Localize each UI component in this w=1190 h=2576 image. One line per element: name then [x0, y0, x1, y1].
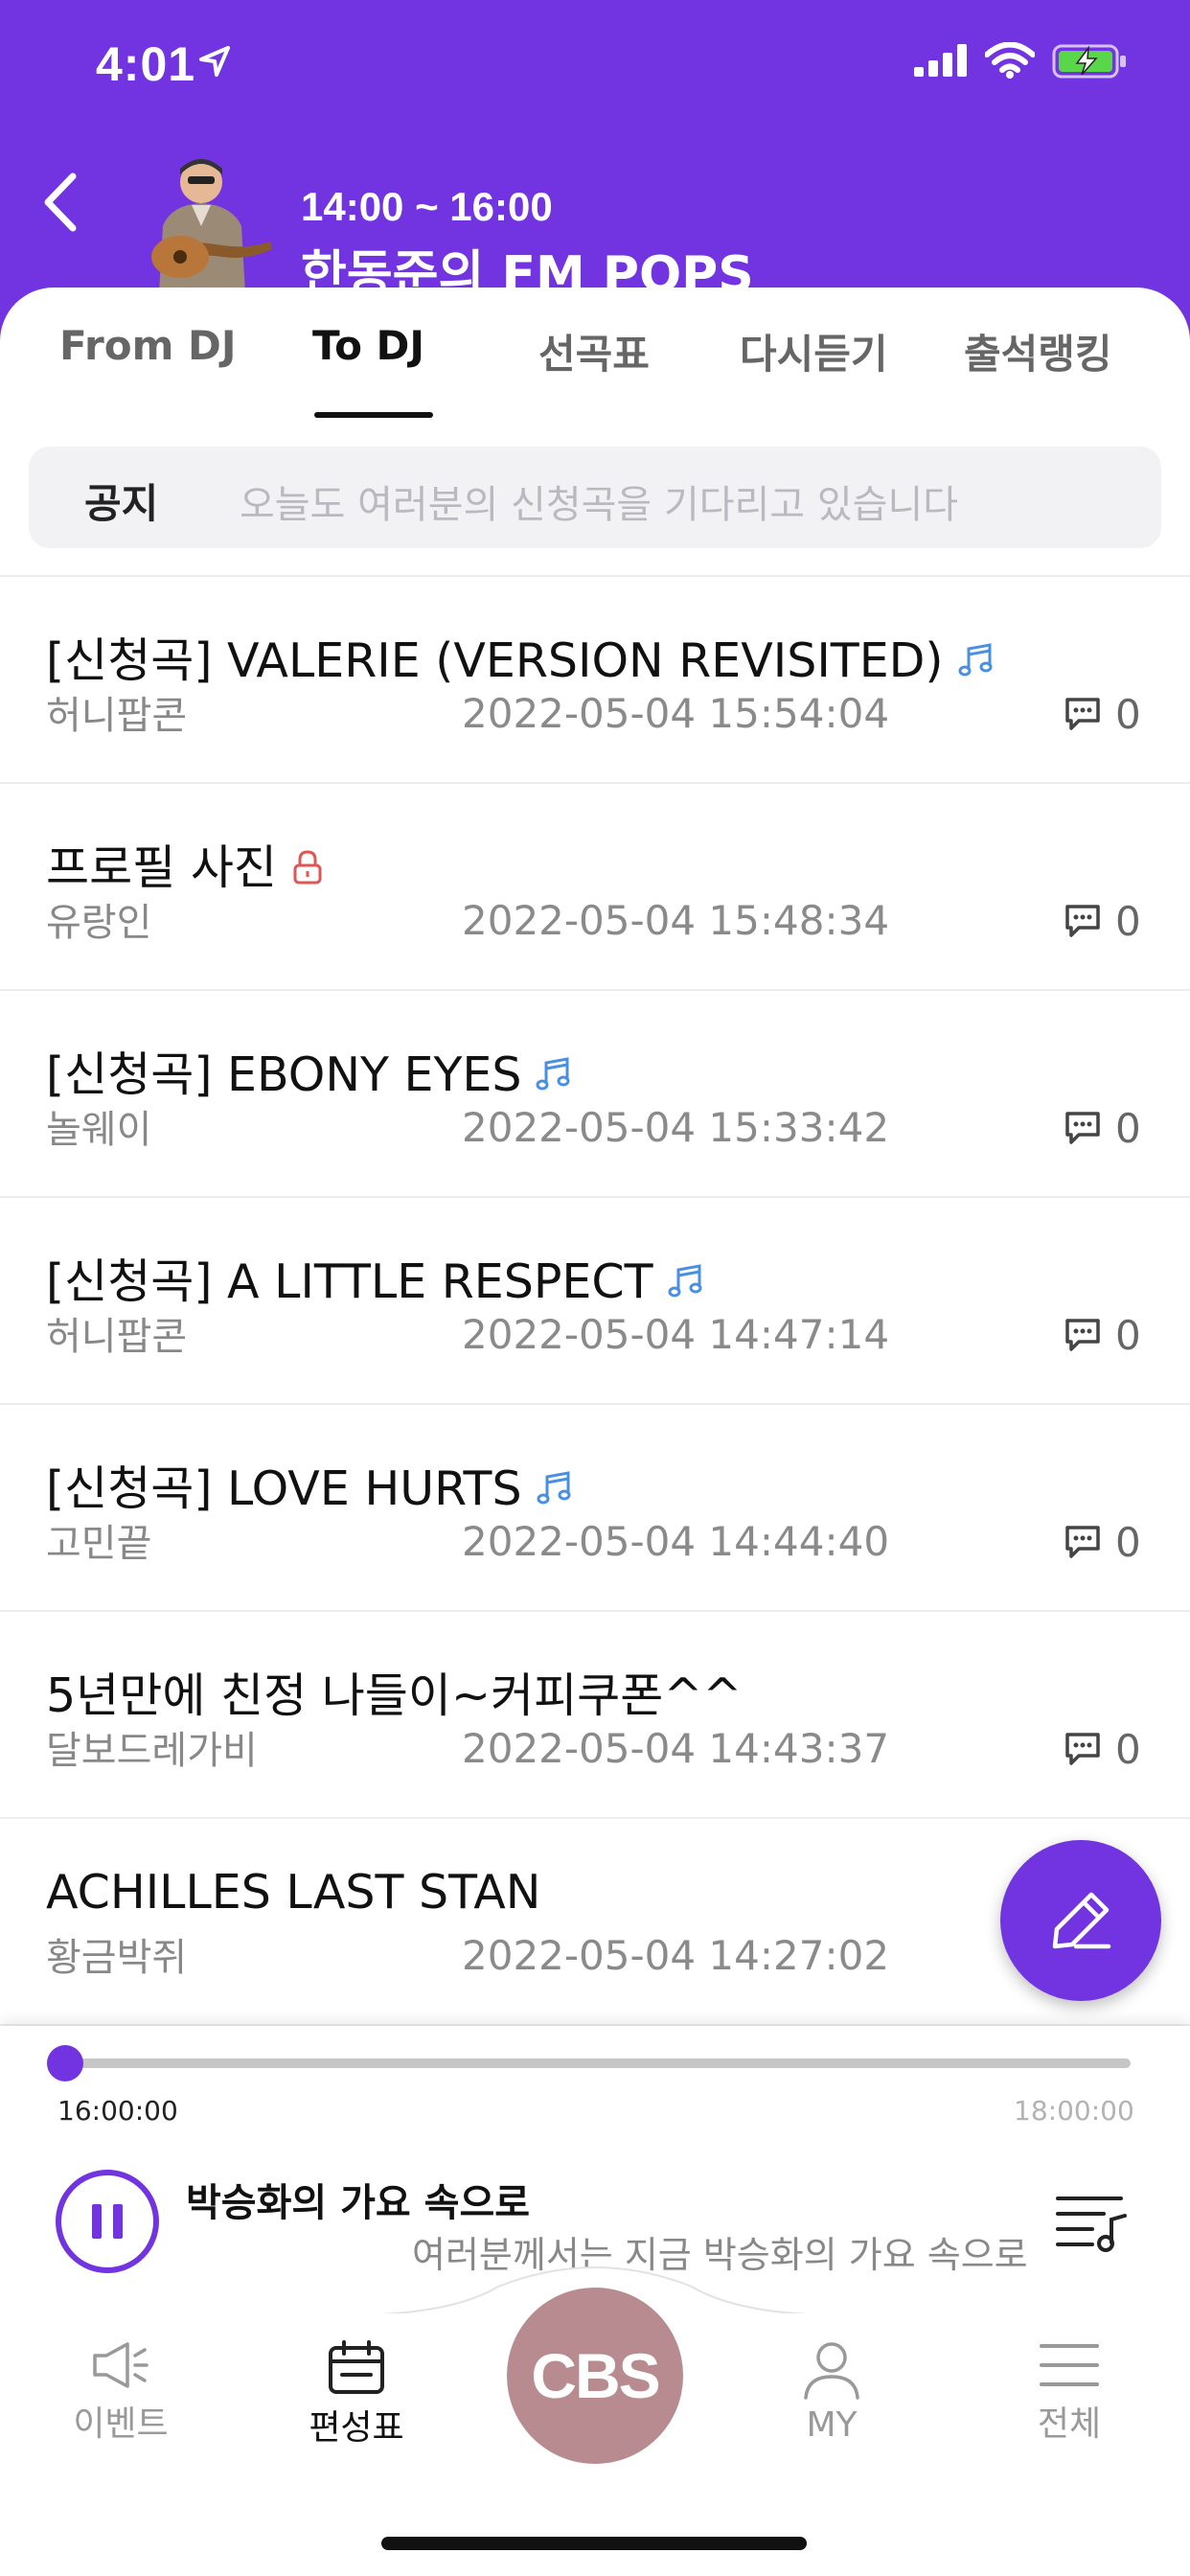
notice-label: 공지 [84, 480, 159, 527]
progress-knob[interactable] [47, 2045, 83, 2082]
music-note-icon [667, 1257, 705, 1312]
post-date: 2022-05-04 14:47:14 [462, 1311, 890, 1358]
notice-text: 오늘도 여러분의 신청곡을 기다리고 있습니다 [240, 483, 959, 527]
post-author: 놀웨이 [46, 1108, 152, 1152]
write-post-button[interactable] [1000, 1840, 1161, 2001]
time-start: 16:00:00 [57, 2095, 178, 2127]
megaphone-icon [93, 2342, 149, 2388]
nav-label-my: MY [806, 2405, 858, 2445]
status-time: 4:01 [96, 37, 196, 91]
comment-count: 0 [1064, 897, 1141, 945]
lock-icon [290, 843, 325, 898]
comment-count: 0 [1064, 1311, 1141, 1359]
nav-label-schedule: 편성표 [309, 2408, 404, 2448]
comment-count: 0 [1064, 1725, 1141, 1773]
list-item[interactable]: 프로필 사진 유랑인 2022-05-04 15:48:34 0 [0, 784, 1190, 991]
comment-count-value: 0 [1115, 1518, 1141, 1566]
tab-from-dj[interactable]: From DJ [59, 322, 236, 369]
tab-attendance-ranking[interactable]: 출석랭킹 [964, 322, 1112, 380]
menu-icon [1040, 2344, 1099, 2386]
list-item[interactable]: [신청곡] EBONY EYES 놀웨이 2022-05-04 15:33:42… [0, 991, 1190, 1198]
notice-banner[interactable]: 공지 오늘도 여러분의 신청곡을 기다리고 있습니다 [29, 447, 1161, 548]
now-playing-title: 박승화의 가요 속으로 [186, 2181, 531, 2225]
comment-count-value: 0 [1115, 1725, 1141, 1773]
post-date: 2022-05-04 15:48:34 [462, 897, 890, 944]
comment-icon [1065, 1112, 1100, 1144]
post-date: 2022-05-04 15:54:04 [462, 690, 890, 737]
post-date: 2022-05-04 14:43:37 [462, 1725, 890, 1772]
music-note-icon [536, 1464, 574, 1519]
user-icon [804, 2342, 859, 2400]
comment-count-value: 0 [1115, 1104, 1141, 1152]
active-tab-indicator [314, 412, 433, 418]
post-author: 황금박쥐 [46, 1936, 188, 1980]
comment-count: 0 [1064, 1104, 1141, 1152]
tab-to-dj[interactable]: To DJ [312, 322, 424, 369]
post-title: [신청곡] EBONY EYES [46, 1037, 573, 1105]
list-item[interactable]: [신청곡] VALERIE (VERSION REVISITED) 허니팝콘 2… [0, 577, 1190, 784]
post-date: 2022-05-04 15:33:42 [462, 1104, 890, 1151]
post-author: 달보드레가비 [46, 1729, 258, 1773]
playlist-icon[interactable] [1054, 2191, 1131, 2252]
post-author: 유랑인 [46, 901, 152, 945]
nav-item-my[interactable]: MY [774, 2338, 889, 2445]
comment-icon [1065, 698, 1100, 730]
wifi-icon [985, 42, 1035, 79]
post-title: [신청곡] VALERIE (VERSION REVISITED) [46, 623, 995, 691]
comment-count-value: 0 [1115, 690, 1141, 738]
comment-icon [1065, 1733, 1100, 1765]
list-item[interactable]: 5년만에 친정 나들이~커피쿠폰^^ 달보드레가비 2022-05-04 14:… [0, 1612, 1190, 1819]
tab-replay[interactable]: 다시듣기 [740, 322, 888, 380]
nav-item-all[interactable]: 전체 [1012, 2338, 1127, 2446]
post-author: 고민끝 [46, 1522, 152, 1566]
comment-count: 0 [1064, 690, 1141, 738]
cbs-home-button[interactable]: CBS [507, 2288, 683, 2464]
home-indicator [381, 2537, 807, 2550]
post-author: 허니팝콘 [46, 694, 188, 738]
list-item[interactable]: [신청곡] A LITTLE RESPECT 허니팝콘 2022-05-04 1… [0, 1198, 1190, 1405]
post-title: 프로필 사진 [46, 830, 325, 898]
nav-item-schedule[interactable]: 편성표 [299, 2338, 414, 2450]
post-title: ACHILLES LAST STAN [46, 1865, 541, 1920]
tab-playlist[interactable]: 선곡표 [538, 322, 650, 380]
calendar-icon [329, 2340, 384, 2394]
post-title: 5년만에 친정 나들이~커피쿠폰^^ [46, 1668, 743, 1723]
cellular-signal-icon [914, 44, 967, 77]
pencil-icon [1052, 1892, 1111, 1949]
post-title: [신청곡] A LITTLE RESPECT [46, 1244, 705, 1312]
post-date: 2022-05-04 14:27:02 [462, 1932, 890, 1979]
battery-charging-icon [1052, 44, 1126, 79]
nav-label-all: 전체 [1037, 2404, 1102, 2444]
nav-item-events[interactable]: 이벤트 [63, 2338, 178, 2446]
comment-icon [1065, 905, 1100, 937]
comment-count-value: 0 [1115, 1311, 1141, 1359]
location-arrow-icon [199, 46, 230, 77]
time-end: 18:00:00 [1014, 2095, 1134, 2127]
show-time: 14:00 ~ 16:00 [301, 184, 553, 229]
dj-photo [151, 159, 272, 293]
nav-label-events: 이벤트 [73, 2404, 169, 2444]
music-note-icon [535, 1050, 573, 1105]
music-note-icon [957, 636, 995, 691]
progress-bar[interactable] [65, 2058, 1131, 2068]
back-chevron-icon[interactable] [40, 172, 79, 232]
list-item[interactable]: [신청곡] LOVE HURTS 고민끝 2022-05-04 14:44:40… [0, 1405, 1190, 1612]
comment-icon [1065, 1526, 1100, 1558]
comment-count-value: 0 [1115, 897, 1141, 945]
post-title: [신청곡] LOVE HURTS [46, 1451, 574, 1519]
comment-icon [1065, 1319, 1100, 1351]
comment-count: 0 [1064, 1518, 1141, 1566]
post-author: 허니팝콘 [46, 1315, 188, 1359]
pause-icon [92, 2204, 123, 2239]
post-date: 2022-05-04 14:44:40 [462, 1518, 890, 1565]
